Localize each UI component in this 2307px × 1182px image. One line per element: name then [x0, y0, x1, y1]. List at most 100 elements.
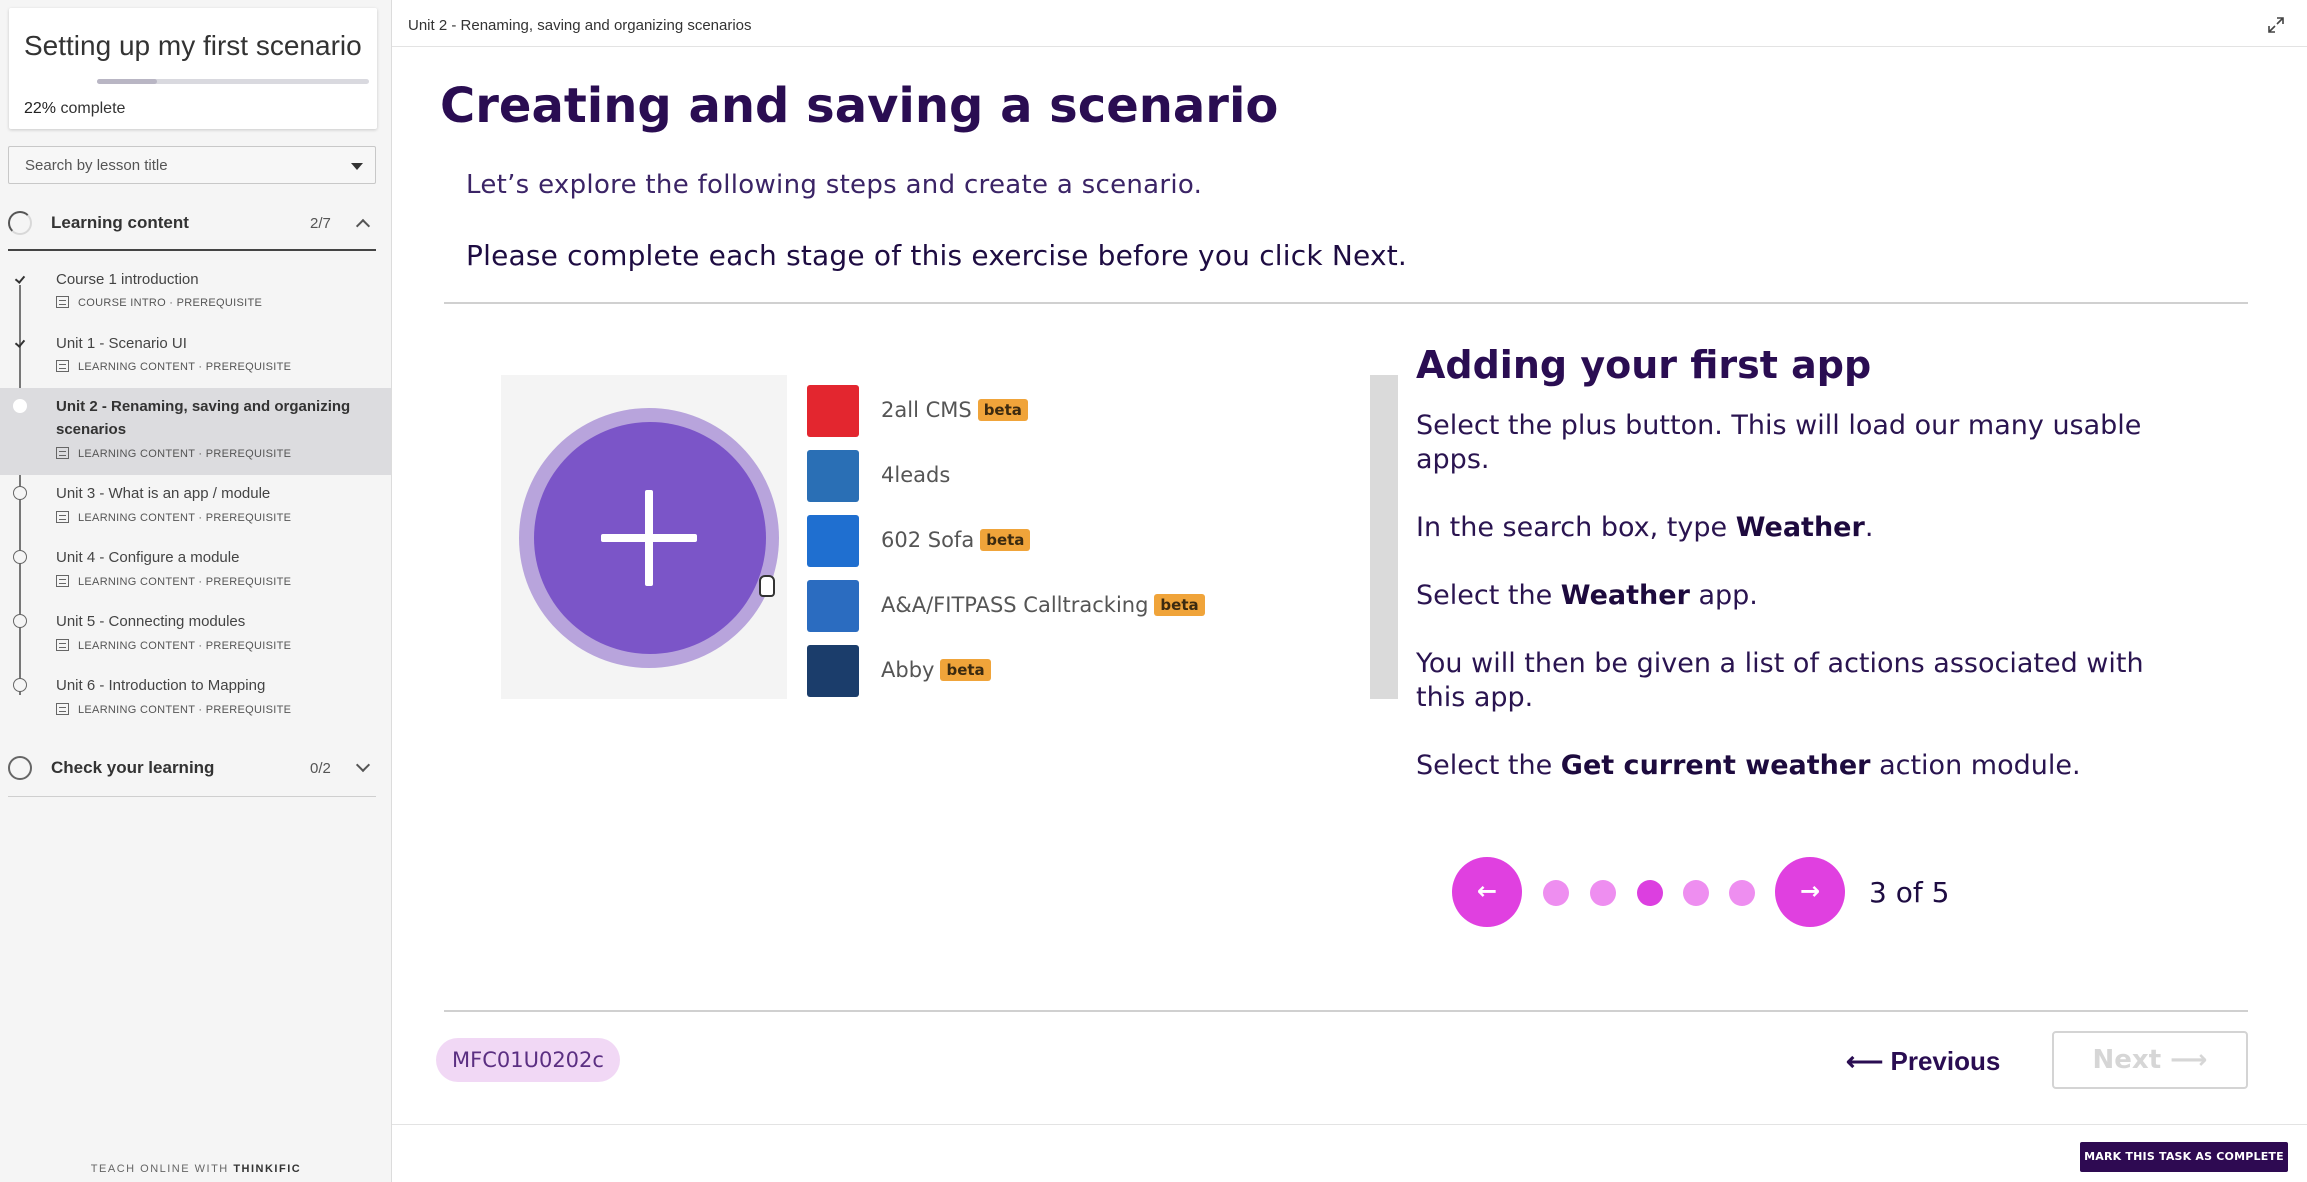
app-logo-icon — [807, 580, 859, 632]
hand-cursor-icon — [759, 575, 775, 597]
app-logo-icon — [807, 515, 859, 567]
carousel-dot[interactable] — [1683, 880, 1709, 906]
canvas-pane — [501, 375, 787, 699]
step-instructions: Adding your first app Select the plus bu… — [1416, 343, 2246, 817]
app-logo-icon — [807, 450, 859, 502]
document-icon — [56, 447, 69, 459]
lesson-meta: LEARNING CONTENT · PREREQUISITE — [56, 447, 291, 460]
chapter-learning-content[interactable]: Learning content 2/7 — [8, 197, 376, 249]
lesson-item-unit-4[interactable]: Unit 4 - Configure a module LEARNING CON… — [0, 539, 391, 603]
image-scrollbar — [1370, 375, 1398, 699]
app-logo-icon — [807, 645, 859, 697]
caret-down-icon — [351, 163, 363, 170]
lesson-item-unit-2[interactable]: Unit 2 - Renaming, saving and organizing… — [0, 388, 391, 475]
lesson-search-select[interactable]: Search by lesson title — [8, 146, 376, 184]
empty-circle-icon — [8, 756, 32, 780]
app-name: A&A/FITPASS Calltracking — [881, 593, 1149, 617]
progress-bar — [97, 79, 369, 84]
lesson-title: Unit 6 - Introduction to Mapping — [56, 677, 266, 694]
lesson-topbar: Unit 2 - Renaming, saving and organizing… — [392, 6, 2307, 47]
lesson-item-course-intro[interactable]: Course 1 introduction COURSE INTRO · PRE… — [0, 262, 391, 326]
chapter-divider — [8, 249, 376, 251]
document-icon — [56, 511, 69, 523]
document-icon — [56, 703, 69, 715]
step-text: Select the plus button. This will load o… — [1416, 410, 2142, 475]
arrow-left-icon: ⟵ — [1846, 1046, 1891, 1076]
footer-divider — [392, 1124, 2307, 1125]
beta-badge: beta — [940, 659, 991, 681]
lesson-meta: LEARNING CONTENT · PREREQUISITE — [56, 360, 291, 373]
lesson-item-unit-5[interactable]: Unit 5 - Connecting modules LEARNING CON… — [0, 603, 391, 667]
progress-label: complete — [60, 100, 126, 117]
expand-icon[interactable] — [2267, 16, 2285, 34]
course-sidebar: Setting up my first scenario 22% complet… — [0, 0, 392, 1182]
incomplete-circle-icon — [13, 486, 27, 500]
page-title: Creating and saving a scenario — [440, 78, 1279, 134]
lesson-item-unit-3[interactable]: Unit 3 - What is an app / module LEARNIN… — [0, 475, 391, 539]
document-icon — [56, 296, 69, 308]
breadcrumb: Unit 2 - Renaming, saving and organizing… — [408, 17, 752, 34]
app-row: Abby beta — [807, 645, 1347, 697]
current-lesson-icon — [13, 399, 27, 413]
lesson-content: Creating and saving a scenario Let’s exp… — [392, 48, 2307, 1124]
lesson-title: Unit 2 - Renaming, saving and organizing… — [56, 398, 351, 438]
lesson-meta: LEARNING CONTENT · PREREQUISITE — [56, 703, 291, 716]
progress-text: 22% complete — [24, 100, 125, 118]
app-name: 2all CMS — [881, 398, 972, 422]
carousel-prev-button[interactable]: ← — [1452, 857, 1522, 927]
carousel-dot[interactable] — [1729, 880, 1755, 906]
next-button[interactable]: Next ⟶ — [2052, 1031, 2248, 1089]
chevron-up-icon — [355, 218, 371, 234]
previous-button[interactable]: ⟵ Previous — [1846, 1038, 2000, 1084]
thinkific-brand: THINKIFIC — [233, 1163, 302, 1175]
step-text: Select the Get current weather action mo… — [1416, 750, 2081, 781]
arrow-right-icon: ⟶ — [2161, 1045, 2208, 1075]
intro-text: Let’s explore the following steps and cr… — [466, 170, 1203, 200]
progress-percent: 22% — [24, 100, 57, 117]
lesson-title: Unit 1 - Scenario UI — [56, 335, 187, 352]
step-text: In the search box, type Weather. — [1416, 512, 1874, 543]
incomplete-circle-icon — [13, 550, 27, 564]
lesson-item-unit-6[interactable]: Unit 6 - Introduction to Mapping LEARNIN… — [0, 667, 391, 731]
app-row: 2all CMS beta — [807, 385, 1347, 437]
app-row: 4leads — [807, 450, 1347, 502]
carousel-dot[interactable] — [1543, 880, 1569, 906]
lesson-meta: LEARNING CONTENT · PREREQUISITE — [56, 639, 291, 652]
app-row: 602 Sofa beta — [807, 515, 1347, 567]
thinkific-footer[interactable]: TEACH ONLINE WITH THINKIFIC — [0, 1163, 392, 1175]
arrow-left-icon: ← — [1476, 877, 1498, 905]
mark-complete-button[interactable]: MARK THIS TASK AS COMPLETE → — [2080, 1142, 2288, 1182]
app-list-image: 2all CMS beta 4leads 602 Sofa beta A&A/FIT… — [787, 375, 1370, 699]
chapter-count: 0/2 — [310, 760, 331, 777]
arrow-right-icon: → — [1799, 877, 1821, 905]
carousel-dot-active[interactable] — [1637, 880, 1663, 906]
carousel-next-button[interactable]: → — [1775, 857, 1845, 927]
chapter-count: 2/7 — [310, 215, 331, 232]
lesson-meta: LEARNING CONTENT · PREREQUISITE — [56, 575, 291, 588]
chapter-title: Learning content — [51, 213, 189, 232]
lesson-item-unit-1[interactable]: Unit 1 - Scenario UI LEARNING CONTENT · … — [0, 326, 391, 388]
carousel-counter: 3 of 5 — [1869, 876, 1950, 909]
lesson-code-badge: MFC01U0202c — [436, 1038, 620, 1082]
lesson-title: Unit 3 - What is an app / module — [56, 485, 271, 502]
chapter-check-your-learning[interactable]: Check your learning 0/2 — [8, 742, 376, 794]
instruction-text: Please complete each stage of this exerc… — [466, 239, 1407, 272]
document-icon — [56, 360, 69, 372]
document-icon — [56, 575, 69, 587]
chapter-divider — [8, 796, 376, 797]
app-name: 4leads — [881, 463, 951, 487]
lesson-title: Course 1 introduction — [56, 271, 199, 288]
progress-bar-fill — [97, 79, 157, 84]
checkmark-icon — [13, 272, 27, 286]
lesson-search-placeholder: Search by lesson title — [25, 157, 168, 174]
carousel-dot[interactable] — [1590, 880, 1616, 906]
app-row: A&A/FITPASS Calltracking beta — [807, 580, 1347, 632]
incomplete-circle-icon — [13, 678, 27, 692]
step-title: Adding your first app — [1416, 343, 1872, 387]
course-progress-card: Setting up my first scenario 22% complet… — [9, 8, 377, 129]
progress-ring-icon — [8, 211, 32, 235]
chevron-down-icon — [355, 757, 371, 773]
lesson-meta: COURSE INTRO · PREREQUISITE — [56, 296, 262, 309]
chapter-title: Check your learning — [51, 758, 215, 777]
lesson-title: Unit 4 - Configure a module — [56, 549, 240, 566]
